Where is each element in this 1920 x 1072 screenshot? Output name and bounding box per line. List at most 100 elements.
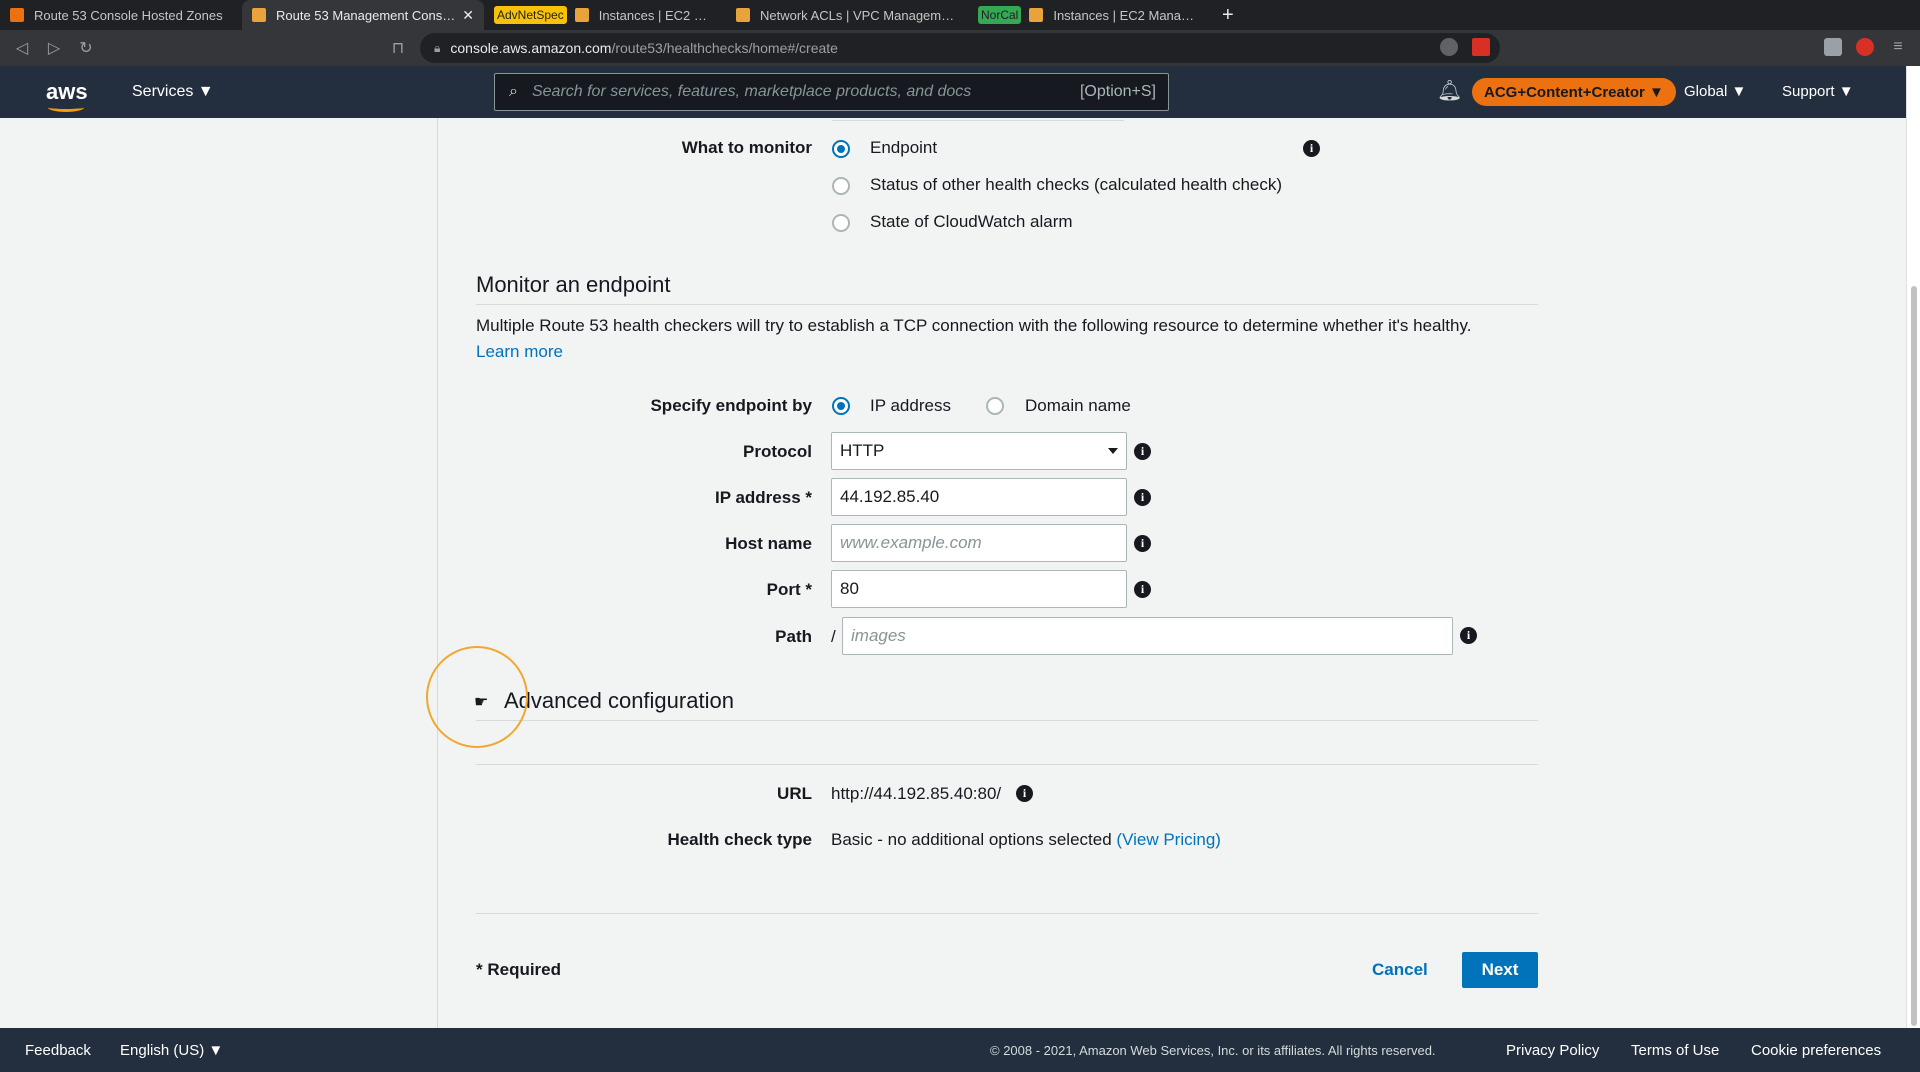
account-menu[interactable]: ACG+Content+Creator ▼ (1472, 78, 1676, 106)
support-menu[interactable]: Support ▼ (1782, 83, 1854, 100)
region-menu[interactable]: Global ▼ (1684, 83, 1746, 100)
warning-extension-icon[interactable] (1472, 38, 1490, 56)
reload-icon[interactable]: ↻ (70, 38, 102, 58)
console-footer: Feedback English (US) ▼ © 2008 - 2021, A… (0, 1028, 1920, 1072)
brave-shield-icon[interactable] (1440, 38, 1458, 56)
learn-more-link[interactable]: Learn more (476, 342, 563, 362)
services-menu[interactable]: Services ▼ (132, 83, 214, 101)
address-bar[interactable]: 🔒︎ console.aws.amazon.com/route53/health… (420, 33, 1500, 63)
host-name-input[interactable]: www.example.com (831, 524, 1127, 562)
new-tab-icon[interactable]: + (1222, 4, 1234, 27)
close-tab-icon[interactable]: ✕ (462, 7, 474, 24)
ip-address-label: IP address * (714, 488, 812, 507)
url-path: /route53/healthchecks/home#/create (611, 40, 838, 56)
radio-ip-address-label[interactable]: IP address (870, 396, 951, 416)
extensions-puzzle-icon[interactable] (1824, 38, 1842, 56)
language-selector[interactable]: English (US) ▼ (120, 1042, 223, 1059)
radio-domain-name[interactable] (986, 397, 1004, 415)
host-name-placeholder: www.example.com (840, 533, 982, 552)
protocol-select[interactable]: HTTP (831, 432, 1127, 470)
page-scrollbar[interactable] (1906, 66, 1920, 1028)
url-label: URL (777, 784, 812, 803)
aws-logo[interactable]: aws (46, 79, 88, 112)
terms-of-use-link[interactable]: Terms of Use (1631, 1042, 1719, 1059)
browser-tab-bar: Route 53 Console Hosted Zones Route 53 M… (0, 0, 1920, 30)
section-description: Multiple Route 53 health checkers will t… (476, 316, 1472, 335)
url-host: console.aws.amazon.com (450, 40, 612, 56)
divider (476, 304, 1538, 305)
profile-avatar[interactable] (1856, 38, 1874, 56)
tab-title: Instances | EC2 Management Cons (1053, 7, 1200, 23)
browser-menu-icon[interactable]: ≡ (1882, 38, 1914, 56)
search-placeholder: Search for services, features, marketpla… (531, 83, 972, 100)
tab-title: Instances | EC2 Management Cons (598, 7, 716, 23)
tab-title: Route 53 Management Console (276, 7, 457, 23)
path-prefix: / (831, 627, 836, 646)
services-search-input[interactable]: ⌕ Search for services, features, marketp… (494, 73, 1169, 111)
advanced-configuration-toggle[interactable]: Advanced configuration (504, 688, 734, 714)
notifications-bell-icon[interactable]: 🔔︎ (1437, 78, 1462, 103)
browser-tab-active[interactable]: Route 53 Management Console ✕ (242, 0, 484, 30)
what-to-monitor-label: What to monitor (681, 138, 812, 157)
info-icon[interactable]: i (1460, 627, 1477, 644)
divider (832, 120, 1124, 121)
info-icon[interactable]: i (1016, 785, 1033, 802)
health-check-type-text: Basic - no additional options selected (831, 830, 1112, 849)
browser-tab[interactable]: AdvNetSpec Instances | EC2 Management Co… (484, 0, 726, 30)
divider (476, 720, 1538, 721)
copyright-text: © 2008 - 2021, Amazon Web Services, Inc.… (990, 1043, 1436, 1058)
divider (476, 764, 1538, 765)
left-panel (0, 118, 438, 1028)
ip-address-value: 44.192.85.40 (840, 487, 940, 506)
radio-cloudwatch-alarm-label[interactable]: State of CloudWatch alarm (870, 212, 1073, 232)
port-label: Port * (766, 580, 812, 599)
tab-group-label[interactable]: AdvNetSpec (494, 6, 567, 24)
privacy-policy-link[interactable]: Privacy Policy (1506, 1042, 1599, 1059)
section-title: Monitor an endpoint (476, 272, 671, 297)
port-input[interactable]: 80 (831, 570, 1127, 608)
chevron-down-icon (1108, 448, 1118, 454)
cookie-preferences-link[interactable]: Cookie preferences (1751, 1042, 1881, 1059)
path-label: Path (775, 627, 812, 646)
aws-favicon-icon (736, 8, 750, 22)
view-pricing-link[interactable]: (View Pricing) (1116, 830, 1221, 849)
aws-smile-icon (48, 103, 84, 112)
info-icon[interactable]: i (1134, 535, 1151, 552)
tab-title: Network ACLs | VPC Management C (760, 7, 958, 23)
info-icon[interactable]: i (1134, 443, 1151, 460)
radio-domain-name-label[interactable]: Domain name (1025, 396, 1131, 416)
search-icon: ⌕ (509, 83, 518, 100)
forward-icon[interactable]: ▷ (38, 38, 70, 58)
tab-title: Route 53 Console Hosted Zones (34, 7, 223, 23)
search-shortcut-hint: [Option+S] (1079, 83, 1156, 100)
info-icon[interactable]: i (1134, 489, 1151, 506)
browser-tab[interactable]: Route 53 Console Hosted Zones (0, 0, 242, 30)
radio-endpoint-label[interactable]: Endpoint (870, 138, 937, 158)
aws-favicon-icon (1029, 8, 1044, 22)
info-icon[interactable]: i (1303, 140, 1320, 157)
radio-ip-address[interactable] (832, 397, 850, 415)
browser-tab[interactable]: NorCal Instances | EC2 Management Cons (968, 0, 1210, 30)
cancel-button[interactable]: Cancel (1372, 960, 1428, 980)
radio-endpoint[interactable] (832, 140, 850, 158)
radio-calculated-health-check[interactable] (832, 177, 850, 195)
scrollbar-thumb[interactable] (1911, 286, 1917, 1026)
path-input[interactable]: images (842, 617, 1453, 655)
aws-favicon-icon (574, 8, 589, 22)
health-check-type-value: Basic - no additional options selected (… (831, 830, 1221, 850)
hand-cursor-icon: ☛ (474, 694, 489, 711)
browser-tab[interactable]: Network ACLs | VPC Management C (726, 0, 968, 30)
info-icon[interactable]: i (1134, 581, 1151, 598)
tab-group-label[interactable]: NorCal (978, 6, 1022, 24)
radio-cloudwatch-alarm[interactable] (832, 214, 850, 232)
ip-address-input[interactable]: 44.192.85.40 (831, 478, 1127, 516)
protocol-label: Protocol (743, 442, 812, 461)
feedback-link[interactable]: Feedback (25, 1042, 91, 1059)
port-value: 80 (840, 579, 859, 598)
required-note: * Required (476, 960, 562, 979)
specify-endpoint-label: Specify endpoint by (650, 396, 812, 415)
bookmark-icon[interactable]: ⊓ (382, 38, 414, 58)
next-button[interactable]: Next (1462, 952, 1538, 988)
radio-calculated-health-check-label[interactable]: Status of other health checks (calculate… (870, 175, 1282, 195)
back-icon[interactable]: ◁ (6, 38, 38, 58)
